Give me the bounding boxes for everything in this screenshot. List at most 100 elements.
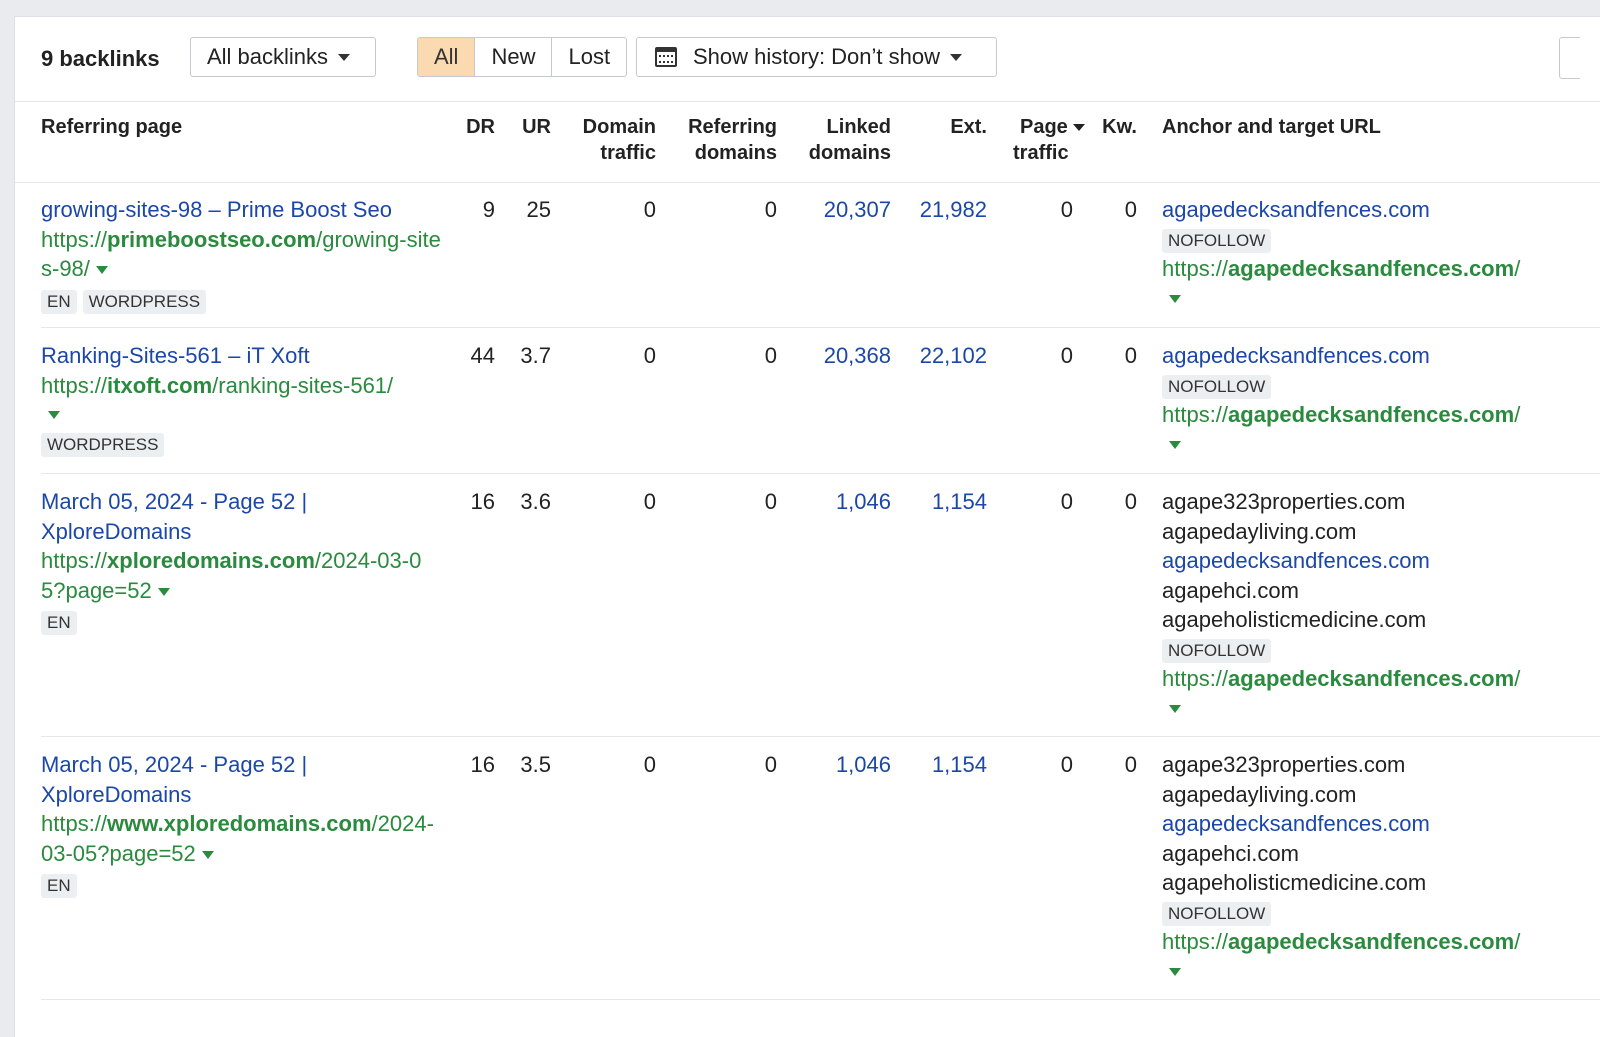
linked-domains-value[interactable]: 20,368 — [785, 343, 891, 369]
col-ur[interactable]: UR — [511, 114, 551, 140]
domain-traffic-value: 0 — [643, 752, 656, 777]
anchor-link[interactable]: agapedecksandfences.com — [1162, 195, 1562, 225]
nofollow-tag: NOFOLLOW — [1162, 374, 1272, 399]
referring-domains-value: 0 — [764, 343, 777, 368]
linked-domains-value[interactable]: 20,307 — [785, 197, 891, 223]
anchor-domain: agapehci.com — [1162, 577, 1299, 603]
col-ext[interactable]: Ext. — [915, 114, 987, 140]
linked-domains-value[interactable]: 1,046 — [785, 752, 891, 778]
anchor-domain: agapeholisticmedicine.com — [1162, 607, 1427, 632]
ur-value: 25 — [526, 197, 551, 222]
kw-value: 0 — [1124, 197, 1137, 222]
nofollow-tag: NOFOLLOW — [1162, 228, 1272, 253]
header-divider — [15, 182, 1600, 183]
language-tag: EN — [41, 611, 77, 636]
dr-value: 16 — [470, 752, 495, 777]
row-divider — [41, 736, 1600, 737]
col-kw[interactable]: Kw. — [1095, 114, 1137, 140]
anchor-domain: agape323properties.com — [1162, 489, 1406, 514]
col-referring-domains[interactable]: Referring domains — [667, 114, 777, 166]
col-referring-domains-line1: Referring — [688, 116, 777, 138]
platform-tag: WORDPRESS — [82, 289, 207, 314]
chevron-down-icon — [950, 53, 962, 61]
backlinks-panel: 9 backlinks All backlinks All New Lost S… — [14, 16, 1600, 1037]
chevron-down-icon[interactable] — [1169, 967, 1181, 976]
status-segmented-control: All New Lost — [417, 37, 628, 77]
col-anchor-target[interactable]: Anchor and target URL — [1162, 114, 1381, 140]
history-label: Show history: Don’t show — [693, 44, 940, 69]
target-url[interactable]: https://agapedecksandfences.com/ — [1162, 400, 1562, 430]
language-tag: EN — [41, 874, 77, 899]
toolbar-edge-button[interactable] — [1559, 37, 1580, 79]
chevron-down-icon — [338, 53, 351, 61]
anchor-cell: agape323properties.com agapedayliving.co… — [1162, 487, 1562, 723]
page-traffic-value: 0 — [1060, 752, 1073, 777]
domain-traffic-value: 0 — [643, 197, 656, 222]
dr-value: 16 — [470, 489, 495, 514]
anchor-domain: agape323properties.com — [1162, 752, 1406, 777]
anchor-cell: agapedecksandfences.com NOFOLLOW https:/… — [1162, 195, 1562, 313]
target-url[interactable]: https://agapedecksandfences.com/ — [1162, 927, 1562, 957]
anchor-link[interactable]: agapedecksandfences.com — [1162, 809, 1562, 839]
nofollow-tag: NOFOLLOW — [1162, 638, 1272, 663]
col-domain-traffic-line1: Domain — [582, 116, 656, 138]
toolbar: 9 backlinks All backlinks All New Lost S… — [15, 17, 1600, 102]
dr-value: 44 — [470, 343, 495, 368]
referring-page-cell: March 05, 2024 - Page 52 | XploreDomains… — [41, 750, 436, 900]
ext-value[interactable]: 1,154 — [905, 752, 987, 778]
referring-page-cell: Ranking-Sites-561 – iT Xoft https://itxo… — [41, 341, 441, 459]
backlinks-filter-dropdown[interactable]: All backlinks — [190, 37, 376, 77]
referring-page-url[interactable]: https://itxoft.com/ranking-sites-561/ — [41, 371, 441, 401]
chevron-down-icon[interactable] — [95, 266, 108, 275]
page-traffic-value: 0 — [1060, 489, 1073, 514]
col-referring-page[interactable]: Referring page — [41, 114, 182, 140]
referring-page-url[interactable]: https://xploredomains.com/2024-03-05?pag… — [41, 546, 436, 605]
linked-domains-value[interactable]: 1,046 — [785, 489, 891, 515]
referring-page-title[interactable]: Ranking-Sites-561 – iT Xoft — [41, 341, 441, 371]
target-url[interactable]: https://agapedecksandfences.com/ — [1162, 254, 1562, 284]
chevron-down-icon[interactable] — [1169, 704, 1181, 713]
anchor-link[interactable]: agapedecksandfences.com — [1162, 546, 1562, 576]
anchor-domain: agapedayliving.com — [1162, 518, 1357, 544]
target-url[interactable]: https://agapedecksandfences.com/ — [1162, 664, 1562, 694]
language-tag: EN — [41, 289, 77, 314]
row-divider — [41, 999, 1600, 1000]
history-dropdown[interactable]: Show history: Don’t show — [636, 37, 997, 77]
chevron-down-icon[interactable] — [201, 850, 214, 859]
ext-value[interactable]: 1,154 — [905, 489, 987, 515]
platform-tag: WORDPRESS — [41, 433, 165, 458]
col-domain-traffic-line2: traffic — [600, 142, 656, 164]
sort-desc-icon — [1072, 124, 1085, 132]
col-linked-domains-line1: Linked — [826, 116, 891, 138]
kw-value: 0 — [1124, 752, 1137, 777]
referring-page-title[interactable]: growing-sites-98 – Prime Boost Seo — [41, 195, 441, 225]
ext-value[interactable]: 21,982 — [905, 197, 987, 223]
anchor-domain: agapeholisticmedicine.com — [1162, 870, 1427, 895]
referring-domains-value: 0 — [764, 752, 777, 777]
segment-all[interactable]: All — [418, 38, 476, 76]
col-page-traffic[interactable]: Page traffic — [1013, 114, 1103, 166]
segment-new[interactable]: New — [475, 38, 553, 76]
col-linked-domains[interactable]: Linked domains — [785, 114, 891, 166]
nofollow-tag: NOFOLLOW — [1162, 901, 1272, 926]
col-linked-domains-line2: domains — [808, 142, 891, 164]
dr-value: 9 — [482, 197, 495, 222]
chevron-down-icon[interactable] — [157, 587, 170, 596]
chevron-down-icon[interactable] — [1169, 294, 1181, 303]
col-dr[interactable]: DR — [455, 114, 495, 140]
referring-page-url[interactable]: https://www.xploredomains.com/2024-03-05… — [41, 809, 436, 868]
segment-lost[interactable]: Lost — [552, 38, 626, 76]
chevron-down-icon[interactable] — [1169, 440, 1181, 449]
col-page-traffic-line2: traffic — [1013, 142, 1069, 164]
ext-value[interactable]: 22,102 — [905, 343, 987, 369]
referring-page-title[interactable]: March 05, 2024 - Page 52 | XploreDomains — [41, 750, 341, 809]
backlinks-count: 9 backlinks — [41, 46, 160, 71]
ur-value: 3.6 — [520, 489, 551, 514]
col-domain-traffic[interactable]: Domain traffic — [560, 114, 656, 166]
referring-page-title[interactable]: March 05, 2024 - Page 52 | XploreDomains — [41, 487, 341, 546]
chevron-down-icon[interactable] — [48, 411, 60, 419]
anchor-link[interactable]: agapedecksandfences.com — [1162, 341, 1562, 371]
referring-page-url[interactable]: https://primeboostseo.com/growing-sites-… — [41, 225, 441, 284]
anchor-cell: agape323properties.com agapedayliving.co… — [1162, 750, 1562, 986]
row-divider — [41, 473, 1600, 474]
